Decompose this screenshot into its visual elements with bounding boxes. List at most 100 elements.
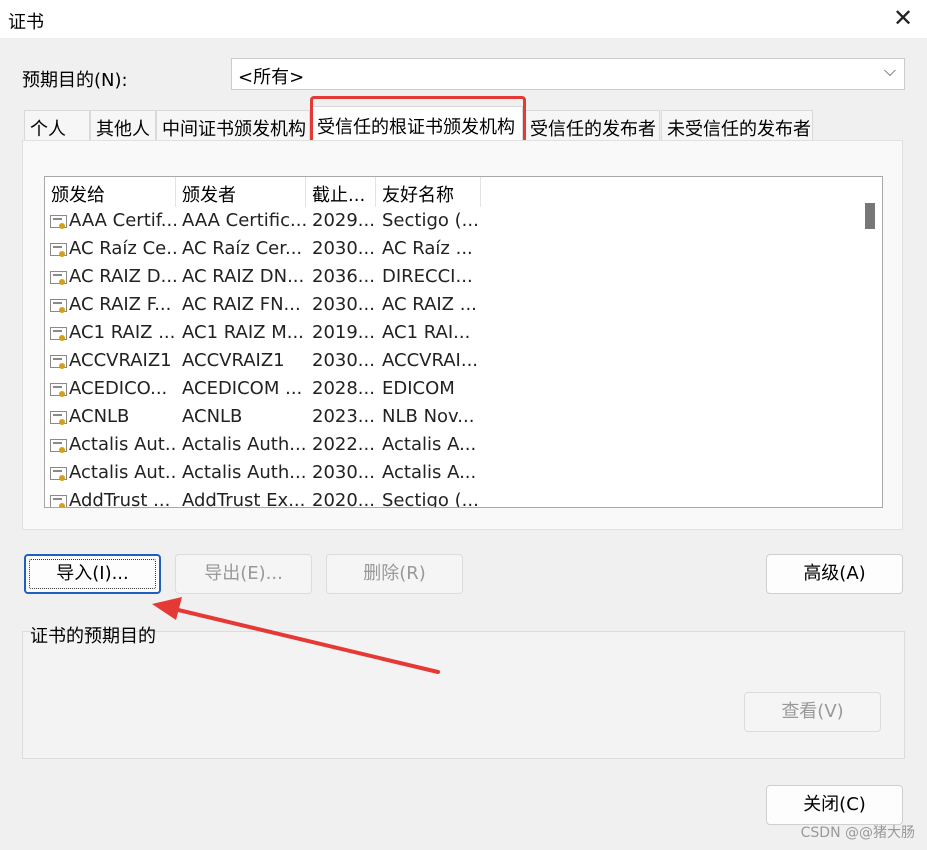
purpose-select[interactable]: <所有> ⌵ — [231, 58, 905, 90]
certificate-list[interactable]: 颁发给 颁发者 截止... 友好名称 AAA Certif... AAA Cert… — [44, 176, 883, 508]
column-issued-by[interactable]: 颁发者 — [176, 177, 306, 207]
table-row[interactable]: AC RAIZ D... AC RAIZ DN... 2036... DIRECCI.… — [45, 263, 855, 291]
list-scrollbar[interactable] — [855, 177, 882, 507]
column-issued-to[interactable]: 颁发给 — [45, 177, 176, 207]
cell-friendly-name: ACCVRAI... — [376, 347, 481, 375]
cell-issued-by: ACEDICOM ... — [176, 375, 306, 403]
column-friendly-name[interactable]: 友好名称 — [376, 177, 481, 207]
table-row[interactable]: AC Raíz Ce... AC Raíz Cer... 2030... AC Raí… — [45, 235, 855, 263]
close-button[interactable]: 关闭(C) — [766, 785, 903, 825]
cell-issued-by: AC RAIZ DN... — [176, 263, 306, 291]
cell-text: DIRECCI... — [382, 266, 473, 287]
table-row[interactable]: Actalis Aut... Actalis Auth... 2030... Acta… — [45, 459, 855, 487]
cell-friendly-name: AC RAIZ ... — [376, 291, 481, 319]
import-button[interactable]: 导入(I)... — [24, 554, 161, 594]
cell-expiration: 2030... — [306, 459, 376, 487]
certificate-icon — [50, 383, 67, 397]
tab-other-people[interactable]: 其他人 — [90, 110, 156, 142]
window-title: 证书 — [8, 12, 44, 33]
cell-text: 2023... — [312, 406, 375, 427]
cell-text: 2019... — [312, 322, 375, 343]
cell-issued-to: ACEDICO... — [45, 375, 176, 403]
cell-text: Sectigo (... — [382, 210, 479, 231]
advanced-button[interactable]: 高级(A) — [766, 554, 903, 594]
cell-text: AC1 RAIZ ... — [69, 322, 176, 343]
cell-issued-to: AddTrust ... — [45, 487, 176, 507]
cell-friendly-name: Actalis A... — [376, 431, 481, 459]
cell-text: AAA Certif... — [69, 210, 176, 231]
cell-text: ACNLB — [69, 406, 130, 427]
list-header: 颁发给 颁发者 截止... 友好名称 — [45, 177, 882, 207]
cell-expiration: 2022... — [306, 431, 376, 459]
purpose-select-value: <所有> — [238, 67, 305, 88]
tab-intermediate-ca[interactable]: 中间证书颁发机构 — [156, 110, 310, 142]
cell-friendly-name: EDICOM — [376, 375, 481, 403]
cell-expiration: 2029... — [306, 207, 376, 235]
certificate-icon — [50, 411, 67, 425]
cell-issued-by: AAA Certific... — [176, 207, 306, 235]
cell-issued-by: ACCVRAIZ1 — [176, 347, 306, 375]
tab-trusted-root-ca[interactable]: 受信任的根证书颁发机构 — [311, 106, 523, 144]
remove-button[interactable]: 删除(R) — [326, 554, 463, 594]
cell-text: EDICOM — [382, 378, 455, 399]
table-row[interactable]: ACNLB ACNLB 2023... NLB Nov... — [45, 403, 855, 431]
cell-text: Actalis A... — [382, 462, 477, 483]
tab-untrusted-publishers[interactable]: 未受信任的发布者 — [661, 110, 813, 142]
table-row[interactable]: Actalis Aut... Actalis Auth... 2022... Acta… — [45, 431, 855, 459]
certificate-icon — [50, 355, 67, 369]
tab-personal[interactable]: 个人 — [24, 110, 90, 142]
cell-text: ACCVRAIZ1 — [69, 350, 172, 371]
cell-expiration: 2028... — [306, 375, 376, 403]
export-button[interactable]: 导出(E)... — [175, 554, 312, 594]
cell-expiration: 2020... — [306, 487, 376, 507]
cell-text: AC1 RAI... — [382, 322, 471, 343]
table-row[interactable]: ACEDICO... ACEDICOM ... 2028... EDICOM — [45, 375, 855, 403]
table-row[interactable]: AAA Certif... AAA Certific... 2029... Secti… — [45, 207, 855, 235]
certificate-icon — [50, 243, 67, 257]
cell-text: ACNLB — [182, 406, 243, 427]
close-icon[interactable]: ✕ — [879, 0, 927, 38]
cell-friendly-name: NLB Nov... — [376, 403, 481, 431]
cell-text: 2028... — [312, 378, 375, 399]
table-row[interactable]: AC RAIZ F... AC RAIZ FN... 2030... AC RAIZ … — [45, 291, 855, 319]
table-row[interactable]: AddTrust ... AddTrust Ex... 2020... Sectigo… — [45, 487, 855, 508]
certificate-icon — [50, 215, 67, 229]
cell-issued-by: AC RAIZ FN... — [176, 291, 306, 319]
cell-friendly-name: Sectigo (... — [376, 207, 481, 235]
cell-text: ACEDICOM ... — [182, 378, 303, 399]
tab-trusted-publishers[interactable]: 受信任的发布者 — [524, 110, 660, 142]
cell-text: AC Raíz Ce... — [69, 238, 176, 259]
scrollbar-thumb[interactable] — [865, 203, 875, 229]
cell-issued-to: ACNLB — [45, 403, 176, 431]
cell-issued-by: AC Raíz Cer... — [176, 235, 306, 263]
cell-text: NLB Nov... — [382, 406, 475, 427]
cell-text: Actalis Aut... — [69, 434, 176, 455]
cell-issued-to: AC RAIZ D... — [45, 263, 176, 291]
view-button[interactable]: 查看(V) — [744, 692, 881, 732]
certificate-icon — [50, 299, 67, 313]
cell-issued-by: Actalis Auth... — [176, 431, 306, 459]
cell-issued-to: Actalis Aut... — [45, 431, 176, 459]
cell-text: AddTrust Ex... — [182, 490, 306, 508]
table-row[interactable]: AC1 RAIZ ... AC1 RAIZ M... 2019... AC1 RAI.… — [45, 319, 855, 347]
certificate-icon — [50, 439, 67, 453]
cell-text: AC RAIZ DN... — [182, 266, 305, 287]
cell-text: ACEDICO... — [69, 378, 168, 399]
cell-text: 2022... — [312, 434, 375, 455]
certificate-icon — [50, 271, 67, 285]
cell-issued-to: ACCVRAIZ1 — [45, 347, 176, 375]
purposes-group-label: 证书的预期目的 — [30, 626, 156, 647]
cell-issued-by: ACNLB — [176, 403, 306, 431]
table-row[interactable]: ACCVRAIZ1 ACCVRAIZ1 2030... ACCVRAI... — [45, 347, 855, 375]
cell-text: AC1 RAIZ M... — [182, 322, 304, 343]
cell-text: AC RAIZ ... — [382, 294, 477, 315]
cell-text: Actalis Aut... — [69, 462, 176, 483]
cell-issued-to: AAA Certif... — [45, 207, 176, 235]
cell-text: AC RAIZ D... — [69, 266, 176, 287]
chevron-down-icon: ⌵ — [883, 61, 896, 80]
cell-friendly-name: AC Raíz ... — [376, 235, 481, 263]
column-expiration[interactable]: 截止... — [306, 177, 376, 207]
cell-text: 2030... — [312, 238, 375, 259]
cell-text: AC Raíz ... — [382, 238, 473, 259]
cell-text: ACCVRAI... — [382, 350, 479, 371]
